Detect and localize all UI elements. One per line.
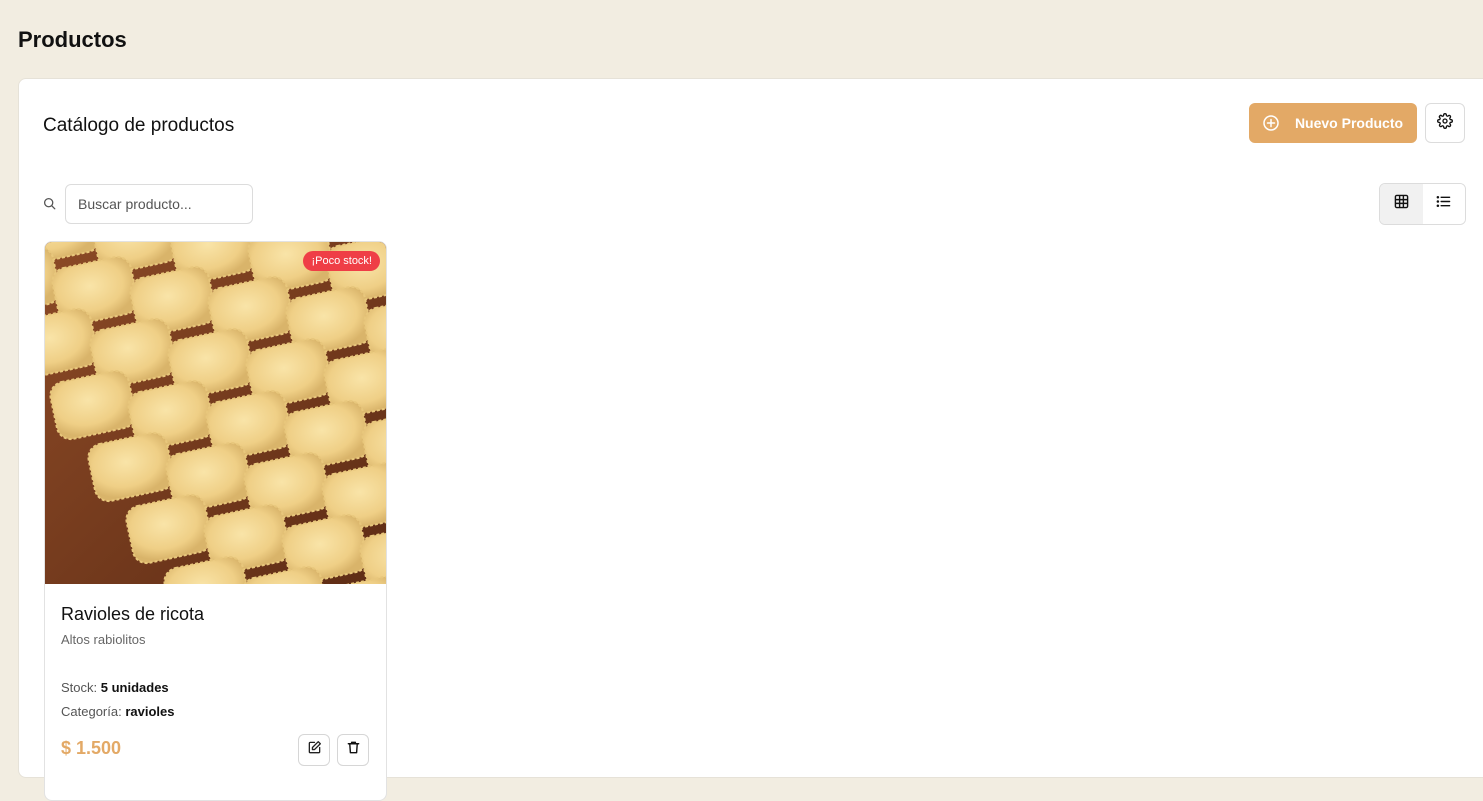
panel-title: Catálogo de productos: [43, 115, 235, 136]
edit-button[interactable]: [298, 734, 330, 766]
product-description: Altos rabiolitos: [61, 632, 146, 647]
category-label: Categoría:: [61, 704, 122, 719]
stock-line: Stock: 5 unidades: [61, 680, 169, 695]
category-line: Categoría: ravioles: [61, 704, 174, 719]
grid-view-button[interactable]: [1380, 184, 1423, 224]
product-image: ¡Poco stock!: [45, 242, 386, 584]
grid-icon: [1394, 194, 1409, 214]
new-product-label: Nuevo Producto: [1294, 115, 1404, 131]
product-card[interactable]: ¡Poco stock! Ravioles de ricota Altos ra…: [44, 241, 387, 801]
catalog-panel: Catálogo de productos Nuevo Producto Bus…: [18, 78, 1483, 801]
plus-circle-icon: [1263, 115, 1279, 131]
search-input[interactable]: [65, 184, 253, 224]
search-icon: [43, 197, 56, 215]
low-stock-badge: ¡Poco stock!: [303, 251, 380, 271]
list-icon: [1436, 194, 1451, 214]
product-name: Ravioles de ricota: [61, 604, 205, 624]
gear-icon: [1437, 112, 1453, 134]
page-title: Productos: [18, 27, 127, 52]
trash-icon: [346, 740, 361, 760]
settings-button[interactable]: [1425, 103, 1465, 143]
stock-label: Stock:: [61, 680, 98, 695]
stock-value: 5 unidades: [100, 680, 169, 695]
new-product-button[interactable]: Nuevo Producto: [1249, 103, 1417, 143]
view-toggle: [1379, 183, 1466, 225]
list-view-button[interactable]: [1422, 184, 1465, 224]
edit-icon: [307, 740, 322, 760]
category-value: ravioles: [125, 704, 175, 719]
product-price: $ 1.500: [61, 738, 122, 758]
delete-button[interactable]: [337, 734, 369, 766]
